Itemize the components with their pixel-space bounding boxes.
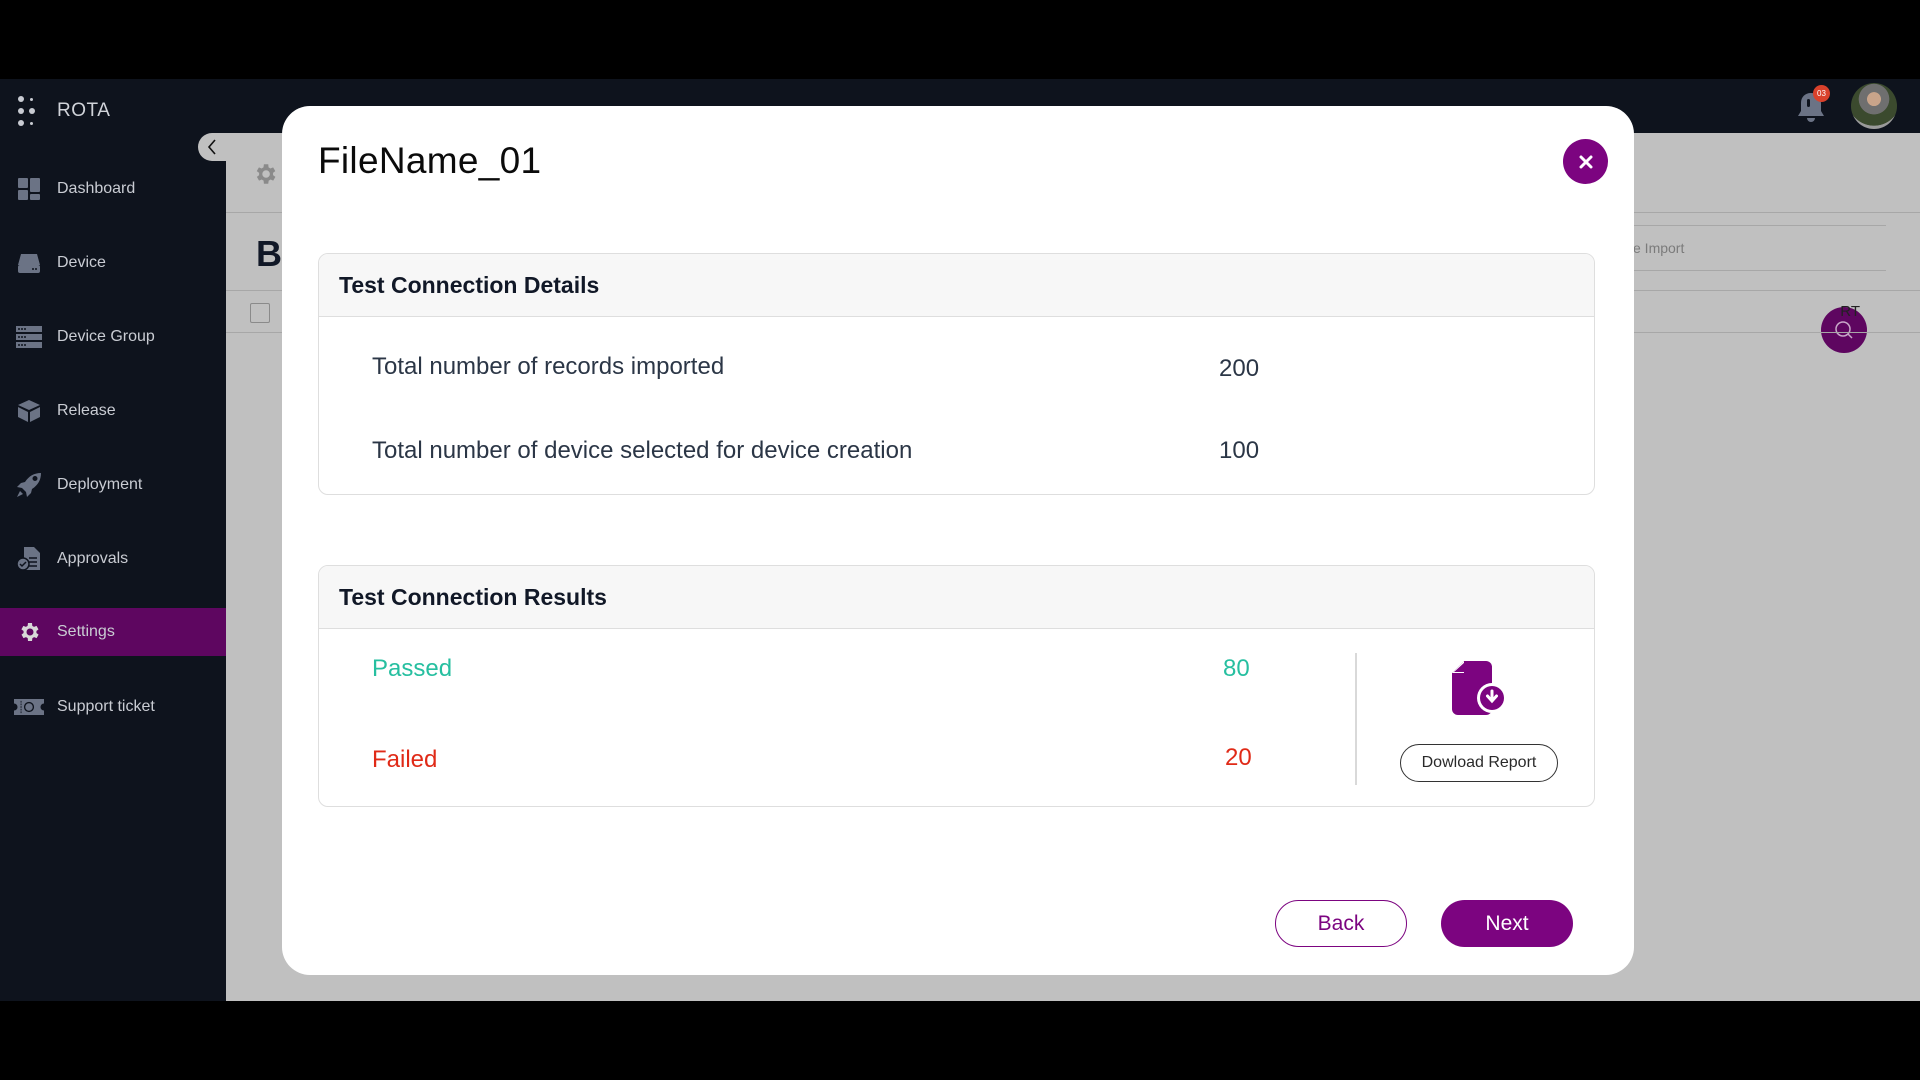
page-title: B (256, 233, 282, 274)
device-icon (14, 249, 44, 277)
failed-value: 20 (1225, 744, 1252, 771)
devices-selected-value: 100 (1219, 437, 1260, 464)
results-heading: Test Connection Results (319, 566, 1594, 629)
details-card: Test Connection Details Total number of … (318, 253, 1595, 495)
details-heading: Test Connection Details (319, 254, 1594, 317)
passed-value: 80 (1223, 655, 1250, 682)
user-avatar[interactable] (1851, 83, 1897, 129)
download-report-button[interactable]: Dowload Report (1400, 744, 1558, 782)
sidebar-item-release[interactable]: Release (0, 387, 226, 435)
test-connection-modal: FileName_01 Test Connection Details Tota… (282, 106, 1634, 975)
ticket-icon (14, 693, 44, 721)
next-button[interactable]: Next (1441, 900, 1573, 947)
vertical-divider (1355, 653, 1357, 785)
records-imported-value: 200 (1219, 355, 1260, 382)
logo-dots-icon (18, 96, 38, 126)
sidebar-item-support-ticket[interactable]: Support ticket (0, 683, 226, 731)
release-box-icon (14, 397, 44, 425)
notification-badge: 03 (1813, 85, 1830, 102)
sidebar-item-label: Deployment (57, 476, 143, 493)
sidebar-item-dashboard[interactable]: Dashboard (0, 165, 226, 213)
results-card: Test Connection Results Passed 80 Failed… (318, 565, 1595, 807)
sidebar-item-label: Settings (57, 623, 115, 640)
close-button[interactable] (1563, 139, 1608, 184)
sidebar-item-label: Dashboard (57, 180, 136, 197)
app-logo: ROTA (18, 96, 110, 126)
records-imported-label: Total number of records imported (372, 353, 725, 380)
gear-icon (14, 618, 44, 646)
sidebar-item-deployment[interactable]: Deployment (0, 461, 226, 509)
chevron-left-icon (207, 139, 216, 155)
devices-selected-label: Total number of device selected for devi… (372, 437, 913, 464)
rocket-icon (14, 471, 44, 499)
sidebar-item-approvals[interactable]: Approvals (0, 535, 226, 583)
sidebar-item-label: Device (57, 254, 106, 271)
sidebar-item-label: Release (57, 402, 116, 419)
screen: B ce Import RT 03 ROTA Dashboard Device … (0, 0, 1920, 1080)
select-all-checkbox[interactable] (250, 303, 270, 323)
search-placeholder: ce Import (1626, 240, 1685, 256)
modal-title: FileName_01 (318, 140, 542, 181)
device-group-icon (14, 323, 44, 351)
sidebar-item-settings[interactable]: Settings (0, 608, 226, 656)
approvals-icon (14, 545, 44, 573)
sidebar: ROTA Dashboard Device Device Group Relea… (0, 79, 226, 1001)
column-header: RT (1840, 303, 1860, 320)
dashboard-icon (14, 175, 44, 203)
sidebar-item-label: Approvals (57, 550, 129, 567)
gear-icon (252, 161, 278, 192)
sidebar-item-device[interactable]: Device (0, 239, 226, 287)
sidebar-collapse-button[interactable] (198, 133, 226, 161)
back-button[interactable]: Back (1275, 900, 1407, 947)
sidebar-item-device-group[interactable]: Device Group (0, 313, 226, 361)
sidebar-item-label: Device Group (57, 328, 155, 345)
file-download-icon (1452, 659, 1510, 722)
close-icon (1579, 155, 1592, 168)
failed-label: Failed (372, 746, 438, 773)
sidebar-item-label: Support ticket (57, 698, 155, 715)
brand-name: ROTA (57, 100, 111, 121)
passed-label: Passed (372, 655, 453, 682)
